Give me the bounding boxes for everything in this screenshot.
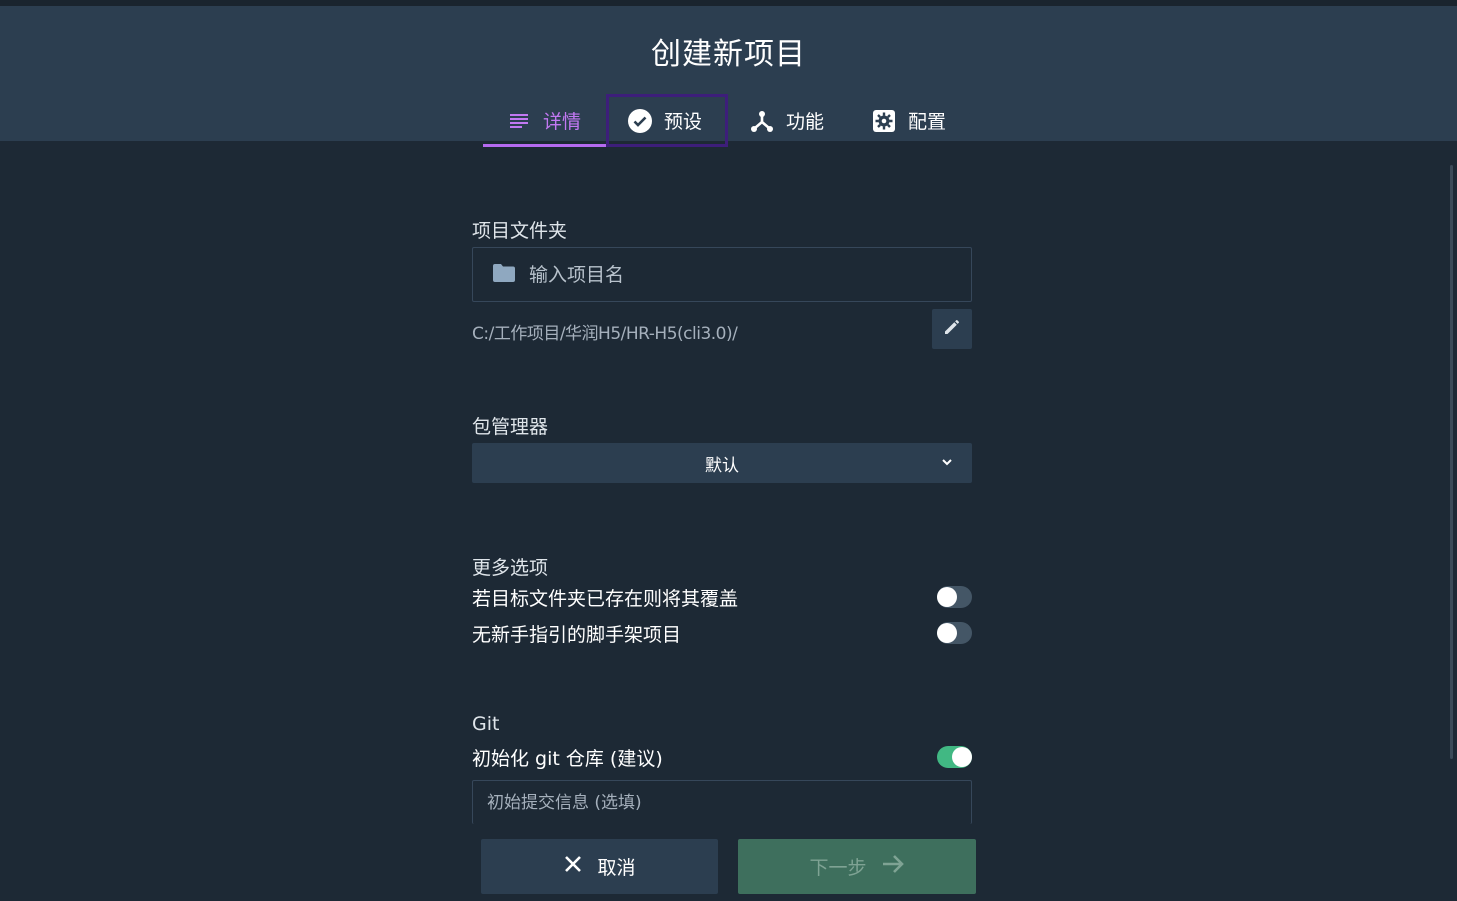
bare-option-row: 无新手指引的脚手架项目 — [472, 619, 972, 647]
folder-label: 项目文件夹 — [472, 220, 568, 242]
commit-message-wrapper — [472, 780, 972, 824]
package-manager-value: 默认 — [705, 455, 739, 476]
bare-toggle[interactable] — [937, 622, 972, 644]
header-bar: 创建新项目 详情 预设 功能 配置 — [0, 0, 1457, 147]
toggle-knob — [937, 587, 957, 607]
force-option-label: 若目标文件夹已存在则将其覆盖 — [472, 587, 739, 610]
next-button[interactable]: 下一步 — [738, 839, 976, 894]
project-path: C:/工作项目/华润H5/HR-H5(cli3.0)/ — [472, 324, 738, 344]
more-options-label: 更多选项 — [472, 557, 549, 579]
tab-presets[interactable]: 预设 — [606, 94, 728, 147]
tab-label: 预设 — [664, 111, 703, 133]
commit-message-input[interactable] — [487, 792, 957, 813]
next-label: 下一步 — [809, 857, 867, 879]
check-circle-icon — [628, 108, 652, 133]
branch-icon — [750, 109, 774, 133]
arrow-right-icon — [881, 854, 905, 879]
page-title: 创建新项目 — [651, 37, 806, 72]
package-manager-label: 包管理器 — [472, 416, 549, 438]
close-icon — [563, 854, 583, 879]
toggle-knob — [937, 623, 957, 643]
git-init-row: 初始化 git 仓库 (建议) — [472, 743, 972, 771]
gear-icon — [872, 109, 896, 133]
cancel-button[interactable]: 取消 — [481, 839, 718, 894]
step-tabs: 详情 预设 功能 配置 — [483, 94, 972, 147]
cancel-label: 取消 — [597, 857, 636, 879]
bare-option-label: 无新手指引的脚手架项目 — [472, 623, 682, 646]
folder-input-wrapper — [472, 247, 972, 302]
package-manager-select[interactable]: 默认 — [472, 443, 972, 483]
git-init-label: 初始化 git 仓库 (建议) — [472, 747, 663, 770]
git-init-toggle[interactable] — [937, 746, 972, 768]
pencil-icon — [944, 319, 960, 339]
folder-icon — [493, 263, 515, 286]
list-icon — [507, 109, 531, 133]
force-toggle[interactable] — [937, 586, 972, 608]
tab-details[interactable]: 详情 — [483, 94, 606, 147]
tab-label: 配置 — [908, 111, 947, 133]
tab-features[interactable]: 功能 — [728, 94, 850, 147]
toggle-knob — [952, 747, 972, 767]
scrollbar[interactable] — [1450, 165, 1453, 759]
tab-label: 功能 — [786, 111, 825, 133]
tab-label: 详情 — [543, 111, 582, 133]
git-label: Git — [472, 713, 500, 735]
chevron-down-icon — [940, 454, 954, 474]
force-option-row: 若目标文件夹已存在则将其覆盖 — [472, 583, 972, 611]
project-name-input[interactable] — [529, 263, 949, 286]
edit-path-button[interactable] — [932, 309, 972, 349]
tab-configuration[interactable]: 配置 — [850, 94, 972, 147]
